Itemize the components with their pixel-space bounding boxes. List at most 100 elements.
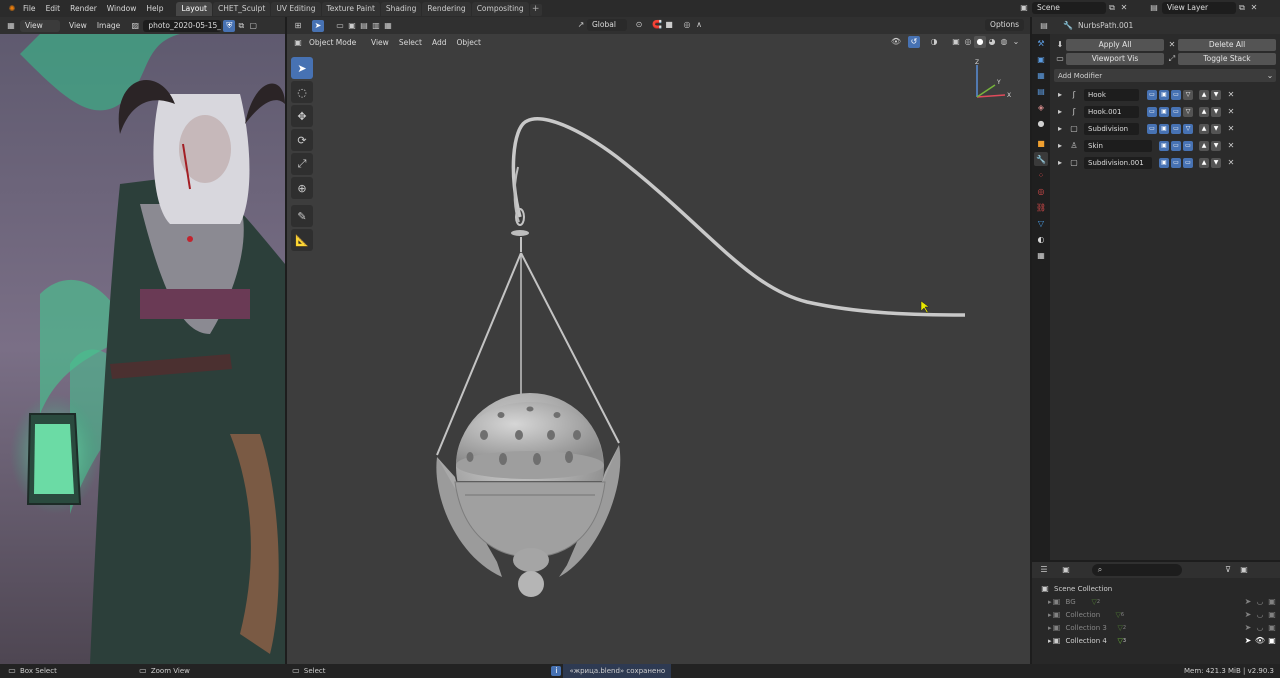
constraints-tab-icon[interactable]: ⛓: [1034, 200, 1048, 214]
scene-collection-row[interactable]: ▣ Scene Collection: [1032, 582, 1280, 595]
render-toggle-icon[interactable]: ▣: [1266, 622, 1278, 634]
shield-icon[interactable]: ⛨: [223, 19, 236, 32]
3d-viewport[interactable]: ⊞ ➤ ▭ ▣ ▤ ▥ ▦ ↗ Global ⊙ 🧲 ■ ◎ ∧ Options…: [287, 17, 1030, 664]
add-workspace-button[interactable]: +: [529, 3, 542, 16]
scene-icon[interactable]: ▣: [1018, 2, 1030, 14]
lantern-model[interactable]: [287, 17, 1030, 664]
cage-toggle-icon[interactable]: ▽: [1183, 89, 1193, 100]
render-toggle-icon[interactable]: ▣: [1159, 123, 1169, 134]
edit-mode-icon[interactable]: ▭: [1183, 157, 1193, 168]
expand-arrow-icon[interactable]: ▸: [1054, 123, 1066, 135]
modifier-skin[interactable]: ▸ ♙ Skin ▣ ▭ ▭ ▲ ▼ ✕: [1054, 137, 1276, 154]
hide-toggle-icon[interactable]: ◡: [1254, 596, 1266, 608]
select-toggle-icon[interactable]: ➤: [1242, 635, 1254, 647]
delete-all-button[interactable]: Delete All: [1178, 39, 1276, 51]
render-toggle-icon[interactable]: ▣: [1159, 157, 1169, 168]
cage-toggle-icon[interactable]: ▽: [1183, 123, 1193, 134]
modifier-name-field[interactable]: Subdivision: [1084, 122, 1139, 135]
editor-type-icon[interactable]: ☰: [1038, 564, 1050, 576]
move-down-icon[interactable]: ▼: [1211, 140, 1221, 151]
tab-layout[interactable]: Layout: [176, 2, 212, 17]
remove-modifier-icon[interactable]: ✕: [1225, 140, 1237, 152]
material-tab-icon[interactable]: ◐: [1034, 232, 1048, 246]
tab-texture-paint[interactable]: Texture Paint: [321, 2, 380, 17]
open-image-icon[interactable]: ▢: [247, 20, 259, 32]
physics-tab-icon[interactable]: ◎: [1034, 184, 1048, 198]
outliner-row-collection[interactable]: ▸ ▣ Collection ▽ 6 ➤ ◡ ▣: [1032, 608, 1280, 621]
scene-field[interactable]: Scene: [1032, 2, 1106, 14]
remove-modifier-icon[interactable]: ✕: [1225, 89, 1237, 101]
scene-tab-icon[interactable]: ◈: [1034, 100, 1048, 114]
modifier-name-field[interactable]: Hook.001: [1084, 105, 1139, 118]
modifier-tab-icon[interactable]: 🔧: [1034, 152, 1048, 166]
eye-icon[interactable]: 👁: [1254, 635, 1266, 647]
move-down-icon[interactable]: ▼: [1211, 157, 1221, 168]
move-up-icon[interactable]: ▲: [1199, 106, 1209, 117]
view-layer-field[interactable]: View Layer: [1162, 2, 1236, 14]
realtime-toggle-icon[interactable]: ▭: [1171, 140, 1181, 151]
render-toggle-icon[interactable]: ▣: [1266, 609, 1278, 621]
move-down-icon[interactable]: ▼: [1211, 106, 1221, 117]
move-down-icon[interactable]: ▼: [1211, 123, 1221, 134]
move-down-icon[interactable]: ▼: [1211, 89, 1221, 100]
cage-toggle-icon[interactable]: ▽: [1183, 106, 1193, 117]
menu-help[interactable]: Help: [141, 0, 168, 17]
menu-edit[interactable]: Edit: [41, 0, 66, 17]
filter-icon[interactable]: ⊽: [1222, 564, 1234, 576]
tab-shading[interactable]: Shading: [380, 2, 422, 17]
close-view-layer-icon[interactable]: ✕: [1248, 2, 1260, 14]
modifier-name-field[interactable]: Hook: [1084, 88, 1139, 101]
render-toggle-icon[interactable]: ▣: [1159, 140, 1169, 151]
menu-render[interactable]: Render: [65, 0, 102, 17]
new-collection-icon[interactable]: ▣: [1238, 564, 1250, 576]
render-tab-icon[interactable]: ▣: [1034, 52, 1048, 66]
remove-modifier-icon[interactable]: ✕: [1225, 157, 1237, 169]
outliner-row-bg[interactable]: ▸ ▣ BG ▽ 2 ➤ ◡ ▣: [1032, 595, 1280, 608]
texture-tab-icon[interactable]: ▦: [1034, 248, 1048, 262]
copy-view-layer-icon[interactable]: ⧉: [1236, 2, 1248, 14]
expand-arrow-icon[interactable]: ▸: [1048, 598, 1052, 606]
output-tab-icon[interactable]: ▦: [1034, 68, 1048, 82]
edit-mode-icon[interactable]: ▭: [1147, 106, 1157, 117]
display-mode-icon[interactable]: ▣: [1060, 564, 1072, 576]
move-up-icon[interactable]: ▲: [1199, 89, 1209, 100]
outliner-row-collection-4[interactable]: ▸ ▣ Collection 4 ▽ 3 ➤ 👁 ▣: [1032, 634, 1280, 647]
select-toggle-icon[interactable]: ➤: [1242, 609, 1254, 621]
menu-window[interactable]: Window: [102, 0, 142, 17]
tool-tab-icon[interactable]: ⚒: [1034, 36, 1048, 50]
modifier-name-field[interactable]: Skin: [1084, 139, 1152, 152]
view-layer-tab-icon[interactable]: ▤: [1034, 84, 1048, 98]
edit-mode-icon[interactable]: ▭: [1183, 140, 1193, 151]
image-browse-icon[interactable]: ▨: [129, 20, 141, 32]
modifier-subdivision[interactable]: ▸ ▢ Subdivision ▭ ▣ ▭ ▽ ▲ ▼ ✕: [1054, 120, 1276, 137]
viewport-vis-button[interactable]: Viewport Vis: [1066, 53, 1164, 65]
expand-arrow-icon[interactable]: ▸: [1048, 611, 1052, 619]
realtime-toggle-icon[interactable]: ▭: [1171, 123, 1181, 134]
new-image-icon[interactable]: ⧉: [235, 20, 247, 32]
expand-arrow-icon[interactable]: ▸: [1048, 637, 1052, 645]
add-modifier-dropdown[interactable]: Add Modifier ⌄: [1054, 69, 1276, 82]
modifier-name-field[interactable]: Subdivision.001: [1084, 156, 1152, 169]
image-name-field[interactable]: photo_2020-05-15_2...: [143, 19, 222, 32]
image-menu-view[interactable]: View: [64, 17, 92, 34]
hide-toggle-icon[interactable]: ◡: [1254, 622, 1266, 634]
remove-modifier-icon[interactable]: ✕: [1225, 106, 1237, 118]
data-tab-icon[interactable]: ▽: [1034, 216, 1048, 230]
outliner-row-collection-3[interactable]: ▸ ▣ Collection 3 ▽ 2 ➤ ◡ ▣: [1032, 621, 1280, 634]
hide-toggle-icon[interactable]: ◡: [1254, 609, 1266, 621]
toggle-stack-button[interactable]: Toggle Stack: [1178, 53, 1276, 65]
render-toggle-icon[interactable]: ▣: [1266, 635, 1278, 647]
outliner-search-input[interactable]: ⌕: [1092, 564, 1182, 576]
edit-mode-icon[interactable]: ▭: [1147, 89, 1157, 100]
world-tab-icon[interactable]: ●: [1034, 116, 1048, 130]
tab-rendering[interactable]: Rendering: [422, 2, 471, 17]
view-dropdown[interactable]: View: [20, 19, 60, 32]
remove-modifier-icon[interactable]: ✕: [1225, 123, 1237, 135]
blender-logo-icon[interactable]: ✺: [6, 3, 18, 15]
particles-tab-icon[interactable]: ⁘: [1034, 168, 1048, 182]
realtime-toggle-icon[interactable]: ▭: [1171, 89, 1181, 100]
apply-all-button[interactable]: Apply All: [1066, 39, 1164, 51]
editor-type-icon[interactable]: ▦: [5, 20, 17, 32]
expand-arrow-icon[interactable]: ▸: [1054, 140, 1066, 152]
realtime-toggle-icon[interactable]: ▭: [1171, 106, 1181, 117]
